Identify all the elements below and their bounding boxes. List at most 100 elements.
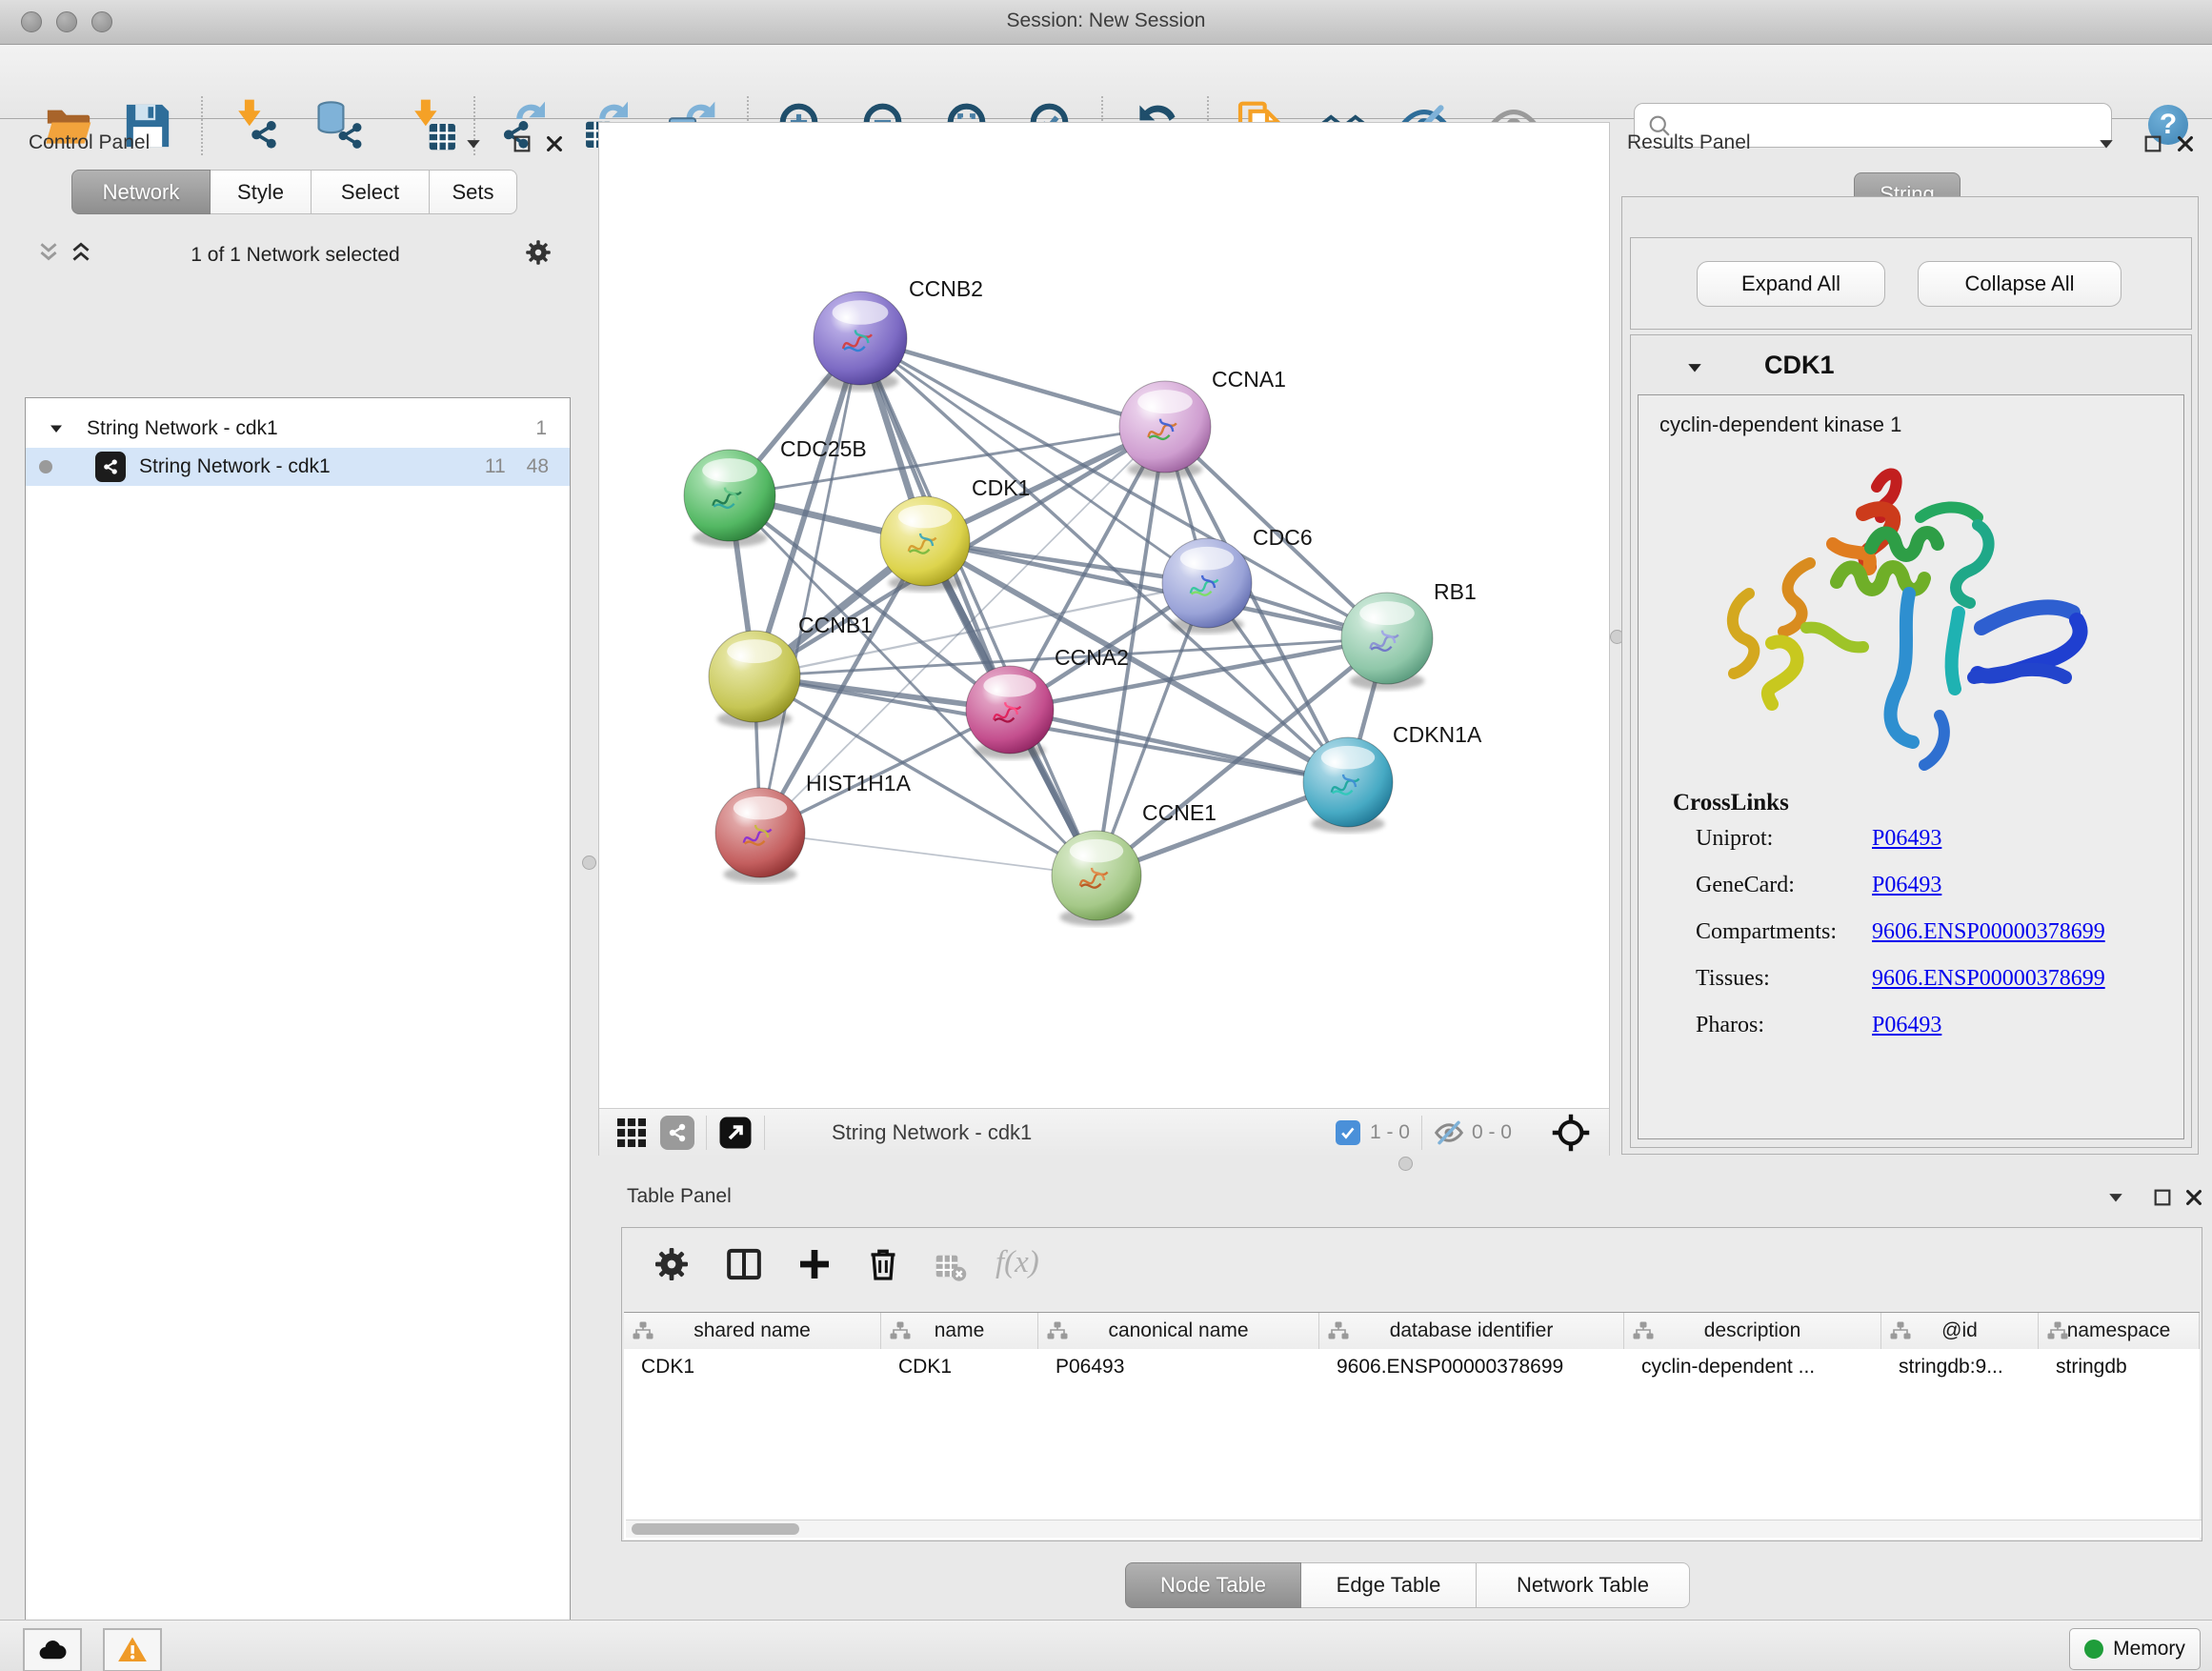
crosslink-label: Pharos: [1696, 1013, 1872, 1038]
cell-shared-name[interactable]: CDK1 [624, 1349, 881, 1385]
node-label-CDK1: CDK1 [972, 475, 1030, 500]
memory-button[interactable]: Memory [2069, 1628, 2201, 1670]
column-header--id[interactable]: @id [1881, 1313, 2039, 1349]
tree-icon [1889, 1319, 1912, 1342]
crosslink-value-link[interactable]: P06493 [1872, 1013, 1941, 1038]
column-header-description[interactable]: description [1624, 1313, 1881, 1349]
tab-network-table[interactable]: Network Table [1477, 1562, 1690, 1608]
crosslink-row: Pharos:P06493 [1696, 1013, 2172, 1038]
selected-checkbox[interactable] [1336, 1120, 1360, 1145]
control-panel-menu-icon[interactable] [465, 135, 486, 156]
column-header-shared-name[interactable]: shared name [624, 1313, 881, 1349]
control-panel-close-icon[interactable] [544, 133, 565, 154]
delete-column-trash-icon[interactable] [864, 1245, 902, 1283]
column-header-namespace[interactable]: namespace [2039, 1313, 2200, 1349]
network-label: String Network - cdk1 [139, 455, 331, 478]
results-panel-menu-icon[interactable] [2098, 135, 2119, 156]
network-selection-status: 1 of 1 Network selected [124, 244, 467, 267]
node-label-CCNA1: CCNA1 [1212, 367, 1286, 392]
network-list: String Network - cdk1 1 String Network -… [25, 397, 571, 1671]
status-bar: Memory [0, 1620, 2212, 1671]
vertical-splitter-handle[interactable] [582, 856, 596, 870]
cloud-icon [36, 1634, 69, 1666]
tree-icon [2046, 1319, 2069, 1342]
network-collection-row[interactable]: String Network - cdk1 1 [26, 410, 570, 448]
network-node-count: 11 [485, 455, 506, 478]
scrollbar-thumb[interactable] [632, 1523, 799, 1535]
network-view-title: String Network - cdk1 [832, 1120, 1032, 1145]
tab-sets[interactable]: Sets [430, 170, 517, 214]
protein-name: CDK1 [1764, 351, 1835, 380]
detach-view-icon[interactable] [718, 1116, 753, 1150]
table-panel-close-icon[interactable] [2183, 1187, 2204, 1208]
table-panel-menu-icon[interactable] [2107, 1189, 2128, 1210]
cell-name[interactable]: CDK1 [881, 1349, 1038, 1385]
tree-icon [1046, 1319, 1069, 1342]
cell-database-identifier[interactable]: 9606.ENSP00000378699 [1319, 1349, 1624, 1385]
collapse-all-networks-icon[interactable] [36, 240, 61, 265]
table-panel-tabs: Node Table Edge Table Network Table [1125, 1562, 1690, 1606]
results-panel-close-icon[interactable] [2175, 133, 2196, 154]
expand-all-button[interactable]: Expand All [1697, 261, 1885, 307]
control-panel-title: Control Panel [29, 131, 150, 154]
protein-section: CDK1 cyclin-dependent kinase 1 [1630, 334, 2192, 1148]
edge-CCNB2-CCNA1[interactable] [860, 338, 1165, 427]
results-panel-title: Results Panel [1627, 131, 1751, 154]
tab-style[interactable]: Style [211, 170, 312, 214]
column-header-canonical-name[interactable]: canonical name [1038, 1313, 1319, 1349]
horizontal-splitter-handle[interactable] [1398, 1157, 1413, 1171]
show-columns-icon[interactable] [725, 1245, 763, 1283]
birdseye-crosshair-icon[interactable] [1550, 1112, 1592, 1154]
expand-all-networks-icon[interactable] [69, 240, 93, 265]
cell-namespace[interactable]: stringdb [2039, 1349, 2200, 1385]
network-row-selected[interactable]: String Network - cdk1 11 48 [26, 448, 570, 486]
crosslink-label: Compartments: [1696, 919, 1872, 945]
warnings-button[interactable] [103, 1628, 162, 1671]
control-panel-float-icon[interactable] [512, 133, 533, 154]
warning-icon [116, 1634, 149, 1666]
crosslink-value-link[interactable]: P06493 [1872, 873, 1941, 898]
crosslink-value-link[interactable]: 9606.ENSP00000378699 [1872, 919, 2105, 945]
cell--id[interactable]: stringdb:9... [1881, 1349, 2039, 1385]
edge-CCNE1-HIST1H1A[interactable] [760, 833, 1096, 876]
tab-node-table[interactable]: Node Table [1125, 1562, 1301, 1608]
cell-description[interactable]: cyclin-dependent ... [1624, 1349, 1881, 1385]
edge-CCNA2-CDKN1A[interactable] [1010, 710, 1348, 782]
tree-icon [1632, 1319, 1655, 1342]
string-view-badge[interactable] [660, 1116, 694, 1150]
crosslink-value-link[interactable]: 9606.ENSP00000378699 [1872, 966, 2105, 992]
tab-select[interactable]: Select [312, 170, 430, 214]
crosslink-value-link[interactable]: P06493 [1872, 826, 1941, 852]
table-options-gear-icon[interactable] [653, 1245, 691, 1283]
tab-network[interactable]: Network [71, 170, 211, 214]
view-grid-icon[interactable] [614, 1116, 649, 1150]
node-label-CCNE1: CCNE1 [1142, 800, 1217, 825]
column-header-database-identifier[interactable]: database identifier [1319, 1313, 1624, 1349]
node-table: shared namenamecanonical namedatabase id… [624, 1312, 2200, 1540]
node-label-CDC6: CDC6 [1253, 525, 1313, 550]
tab-edge-table[interactable]: Edge Table [1301, 1562, 1477, 1608]
tree-icon [632, 1319, 654, 1342]
node-label-CCNB1: CCNB1 [798, 613, 873, 637]
control-panel-tabs: Network Style Select Sets [71, 170, 517, 212]
node-label-HIST1H1A: HIST1H1A [806, 771, 912, 795]
cell-canonical-name[interactable]: P06493 [1038, 1349, 1319, 1385]
edge-CDK1-RB1[interactable] [925, 541, 1387, 638]
column-header-name[interactable]: name [881, 1313, 1038, 1349]
edge-CCNB2-RB1[interactable] [860, 338, 1387, 638]
control-panel: Control Panel Network Style Select Sets … [0, 118, 583, 1620]
network-canvas[interactable]: CCNB2CCNA1CDC25BCDK1CDC6RB1CCNB1CCNA2CDK… [599, 123, 1609, 1108]
add-column-icon[interactable] [795, 1245, 834, 1283]
network-edge-count: 48 [527, 455, 549, 478]
protein-collapse-icon[interactable] [1686, 359, 1703, 376]
cloud-status-button[interactable] [23, 1628, 82, 1671]
network-panel-options-gear-icon[interactable] [524, 238, 553, 267]
collapse-all-button[interactable]: Collapse All [1918, 261, 2122, 307]
results-panel-float-icon[interactable] [2142, 133, 2163, 154]
node-label-CCNB2: CCNB2 [909, 276, 983, 301]
memory-status-dot [2084, 1640, 2103, 1659]
application-window: Session: New Session ? Control Panel [0, 0, 2212, 1671]
table-panel-float-icon[interactable] [2152, 1187, 2173, 1208]
table-horizontal-scrollbar[interactable] [626, 1520, 2202, 1538]
protein-description: cyclin-dependent kinase 1 [1659, 413, 1901, 437]
